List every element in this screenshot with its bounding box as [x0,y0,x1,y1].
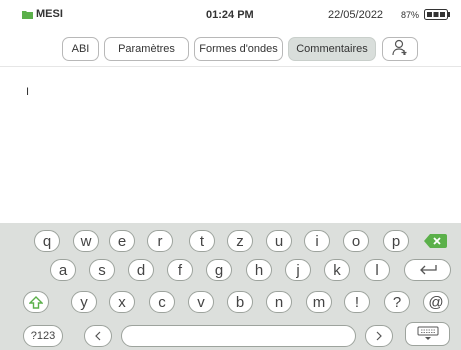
hide-keyboard-key[interactable] [405,322,450,346]
on-screen-keyboard: q w e r t z u i o p a s d f g h j k l y … [0,223,461,350]
key-question[interactable]: ? [384,291,410,313]
key-a[interactable]: a [50,259,76,281]
chevron-right-icon [375,331,383,341]
key-o[interactable]: o [343,230,369,252]
add-user-button[interactable] [382,37,418,61]
key-u[interactable]: u [266,230,292,252]
numbers-key[interactable]: ?123 [23,325,63,347]
cursor-right-key[interactable] [365,325,393,347]
battery-icon [424,9,451,20]
date: 22/05/2022 [328,9,384,21]
status-bar: MESI 01:24 PM 22/05/2022 87% [0,0,461,30]
key-d[interactable]: d [128,259,154,281]
key-h[interactable]: h [246,259,272,281]
backspace-key[interactable] [418,230,451,252]
key-q[interactable]: q [34,230,60,252]
key-i[interactable]: i [304,230,330,252]
tab-parametres[interactable]: Paramètres [104,37,189,61]
chevron-left-icon [94,331,102,341]
key-r[interactable]: r [147,230,173,252]
key-e[interactable]: e [109,230,135,252]
key-t[interactable]: t [189,230,215,252]
text-value: I [26,86,30,98]
key-j[interactable]: j [285,259,311,281]
key-exclamation[interactable]: ! [344,291,370,313]
keyboard-hide-icon [417,326,439,342]
key-k[interactable]: k [324,259,350,281]
shift-icon [29,295,43,309]
key-s[interactable]: s [89,259,115,281]
key-b[interactable]: b [227,291,253,313]
enter-icon [418,264,438,276]
key-z[interactable]: z [227,230,253,252]
key-m[interactable]: m [306,291,332,313]
tab-bar: ABI Paramètres Formes d'ondes Commentair… [0,37,461,63]
key-y[interactable]: y [71,291,97,313]
tab-commentaires[interactable]: Commentaires [288,37,376,61]
key-p[interactable]: p [383,230,409,252]
key-x[interactable]: x [109,291,135,313]
add-user-icon [392,39,408,60]
key-c[interactable]: c [149,291,175,313]
cursor-left-key[interactable] [84,325,112,347]
shift-key[interactable] [23,291,49,313]
clock: 01:24 PM [206,9,254,21]
key-g[interactable]: g [206,259,232,281]
brand-name: MESI [36,8,63,20]
tab-abi[interactable]: ABI [62,37,99,61]
comment-text-area[interactable]: I [0,66,461,224]
key-at[interactable]: @ [423,291,449,313]
brand: MESI [22,8,63,20]
tab-formes-d-ondes[interactable]: Formes d'ondes [194,37,283,61]
key-n[interactable]: n [266,291,292,313]
backspace-icon [423,233,447,249]
key-l[interactable]: l [364,259,390,281]
space-key[interactable] [121,325,356,347]
key-v[interactable]: v [188,291,214,313]
key-f[interactable]: f [167,259,193,281]
folder-icon [22,10,33,19]
battery-percent: 87% [401,10,420,20]
enter-key[interactable] [404,259,451,281]
key-w[interactable]: w [73,230,99,252]
